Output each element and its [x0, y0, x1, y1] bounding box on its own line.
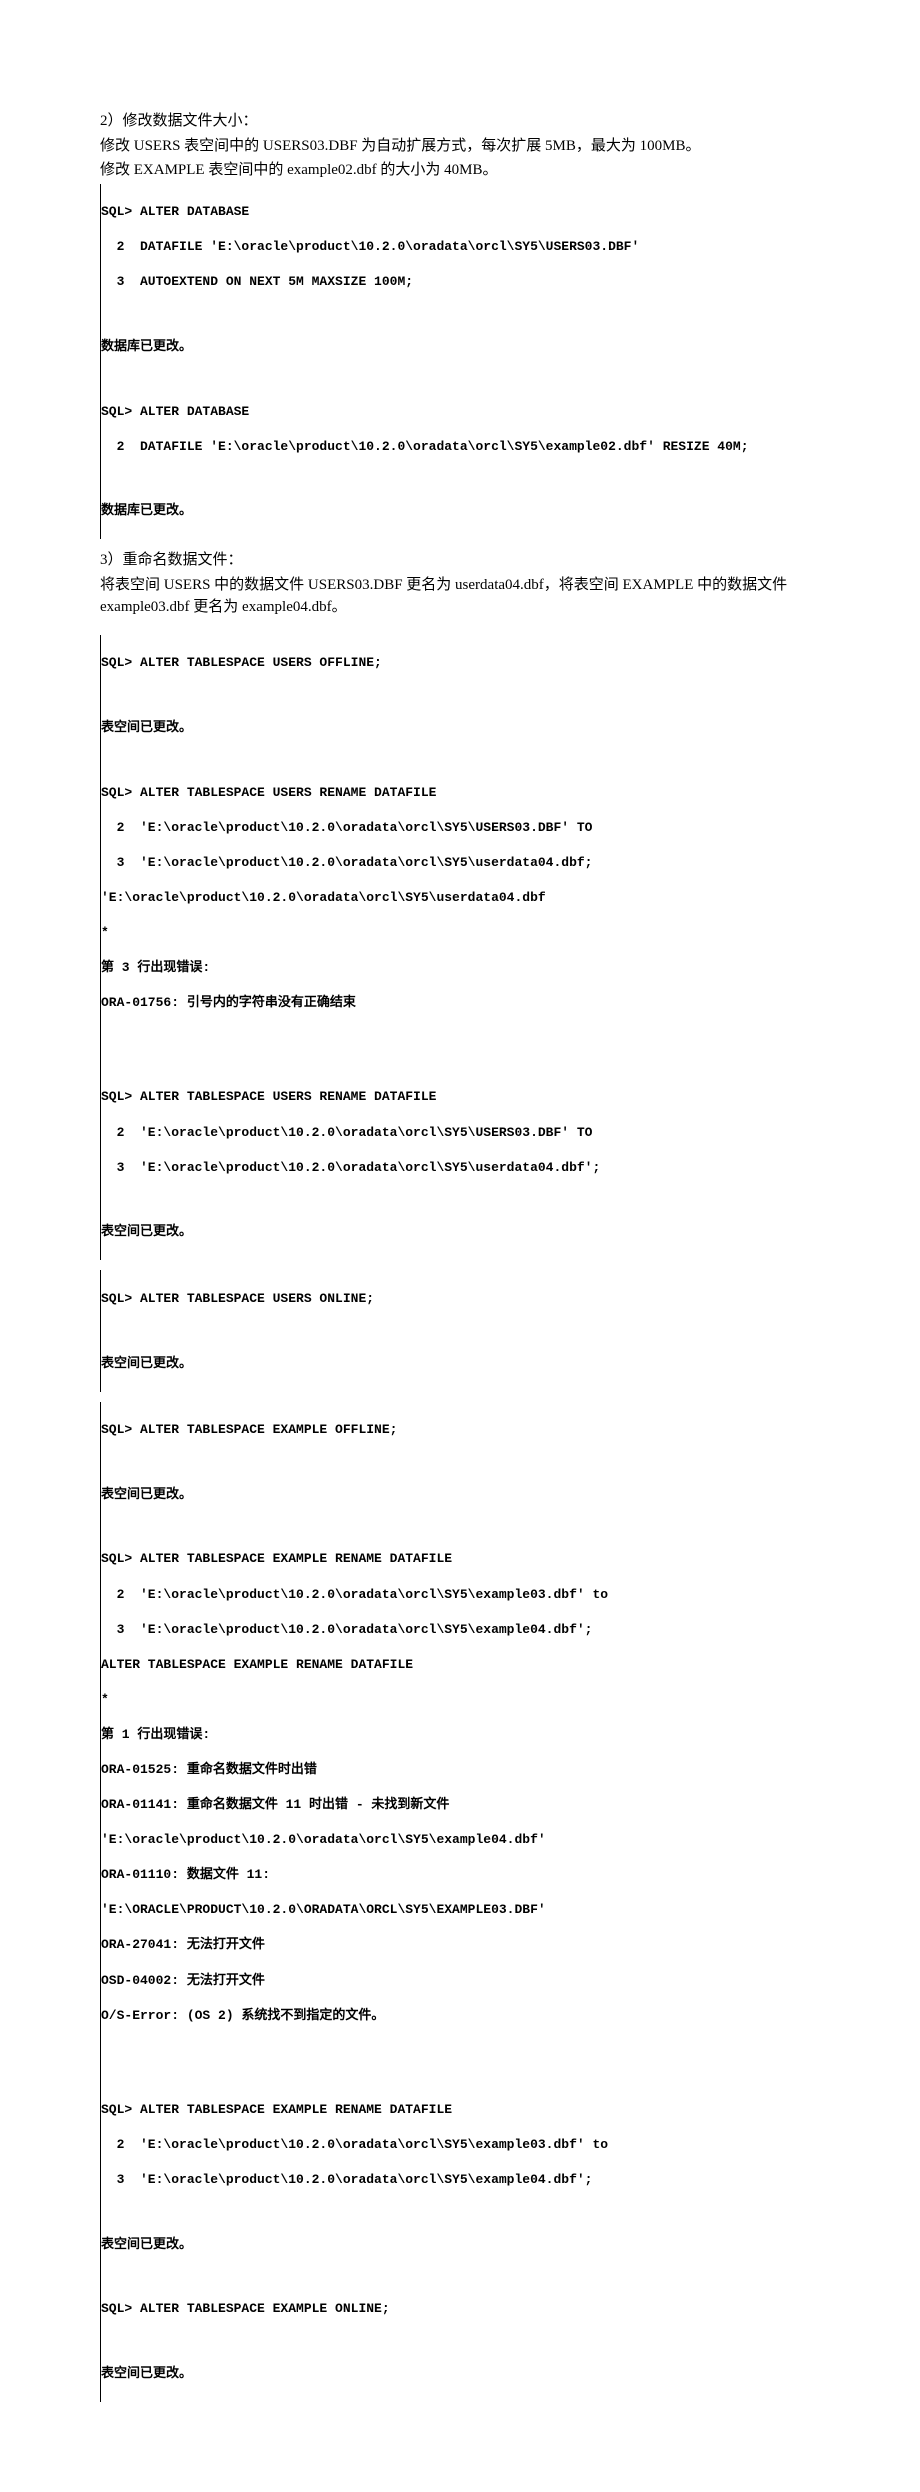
- section-2-desc1: 修改 USERS 表空间中的 USERS03.DBF 为自动扩展方式，每次扩展 …: [100, 135, 820, 158]
- section-3-desc1: 将表空间 USERS 中的数据文件 USERS03.DBF 更名为 userda…: [100, 574, 820, 619]
- sql-error: O/S-Error: (OS 2) 系统找不到指定的文件。: [101, 2007, 820, 2025]
- sql-line: 'E:\oracle\product\10.2.0\oradata\orcl\S…: [101, 889, 820, 907]
- sql-error: 'E:\oracle\product\10.2.0\oradata\orcl\S…: [101, 1831, 820, 1849]
- sql-result: 表空间已更改。: [101, 1223, 820, 1241]
- sql-line: 2 'E:\oracle\product\10.2.0\oradata\orcl…: [101, 819, 820, 837]
- sql-line: 3 'E:\oracle\product\10.2.0\oradata\orcl…: [101, 1621, 820, 1639]
- sql-line: 3 'E:\oracle\product\10.2.0\oradata\orcl…: [101, 2171, 820, 2189]
- section-2-desc2: 修改 EXAMPLE 表空间中的 example02.dbf 的大小为 40MB…: [100, 159, 820, 182]
- sql-error: OSD-04002: 无法打开文件: [101, 1972, 820, 1990]
- sql-line: 3 'E:\oracle\product\10.2.0\oradata\orcl…: [101, 854, 820, 872]
- sql-error: 'E:\ORACLE\PRODUCT\10.2.0\ORADATA\ORCL\S…: [101, 1901, 820, 1919]
- sql-line: SQL> ALTER DATABASE: [101, 203, 820, 221]
- terminal-block-4: SQL> ALTER TABLESPACE EXAMPLE OFFLINE; 表…: [100, 1402, 820, 2402]
- section-3-title: 3）重命名数据文件：: [100, 549, 820, 572]
- terminal-block-1: SQL> ALTER DATABASE 2 DATAFILE 'E:\oracl…: [100, 184, 820, 540]
- sql-error: ORA-01110: 数据文件 11:: [101, 1866, 820, 1884]
- sql-line: 2 'E:\oracle\product\10.2.0\oradata\orcl…: [101, 1124, 820, 1142]
- sql-line: SQL> ALTER TABLESPACE EXAMPLE RENAME DAT…: [101, 1550, 820, 1568]
- sql-line: SQL> ALTER TABLESPACE USERS RENAME DATAF…: [101, 1088, 820, 1106]
- sql-line: SQL> ALTER TABLESPACE USERS OFFLINE;: [101, 654, 820, 672]
- sql-result: 表空间已更改。: [101, 1355, 820, 1373]
- sql-result: 表空间已更改。: [101, 1486, 820, 1504]
- sql-result: 表空间已更改。: [101, 2236, 820, 2254]
- sql-error: 第 1 行出现错误:: [101, 1726, 820, 1744]
- terminal-block-3: SQL> ALTER TABLESPACE USERS ONLINE; 表空间已…: [100, 1270, 820, 1391]
- sql-line: 3 'E:\oracle\product\10.2.0\oradata\orcl…: [101, 1159, 820, 1177]
- sql-line: 2 DATAFILE 'E:\oracle\product\10.2.0\ora…: [101, 238, 820, 256]
- terminal-block-2: SQL> ALTER TABLESPACE USERS OFFLINE; 表空间…: [100, 635, 820, 1261]
- sql-result: 数据库已更改。: [101, 338, 820, 356]
- sql-error: ORA-27041: 无法打开文件: [101, 1936, 820, 1954]
- sql-error: ORA-01525: 重命名数据文件时出错: [101, 1761, 820, 1779]
- section-2-title: 2）修改数据文件大小：: [100, 110, 820, 133]
- sql-line: 3 AUTOEXTEND ON NEXT 5M MAXSIZE 100M;: [101, 273, 820, 291]
- sql-line: SQL> ALTER TABLESPACE EXAMPLE ONLINE;: [101, 2300, 820, 2318]
- sql-line: 2 'E:\oracle\product\10.2.0\oradata\orcl…: [101, 2136, 820, 2154]
- sql-line: *: [101, 1691, 820, 1709]
- sql-result: 表空间已更改。: [101, 2365, 820, 2383]
- sql-error: ORA-01756: 引号内的字符串没有正确结束: [101, 994, 820, 1012]
- sql-line: SQL> ALTER TABLESPACE EXAMPLE OFFLINE;: [101, 1421, 820, 1439]
- sql-line: SQL> ALTER TABLESPACE EXAMPLE RENAME DAT…: [101, 2101, 820, 2119]
- sql-error: 第 3 行出现错误:: [101, 959, 820, 977]
- sql-line: SQL> ALTER TABLESPACE USERS RENAME DATAF…: [101, 784, 820, 802]
- sql-line: SQL> ALTER TABLESPACE USERS ONLINE;: [101, 1290, 820, 1308]
- sql-line: SQL> ALTER DATABASE: [101, 403, 820, 421]
- sql-line: 2 DATAFILE 'E:\oracle\product\10.2.0\ora…: [101, 438, 820, 456]
- sql-error: ORA-01141: 重命名数据文件 11 时出错 - 未找到新文件: [101, 1796, 820, 1814]
- sql-result: 数据库已更改。: [101, 502, 820, 520]
- sql-line: ALTER TABLESPACE EXAMPLE RENAME DATAFILE: [101, 1656, 820, 1674]
- sql-line: *: [101, 924, 820, 942]
- sql-line: 2 'E:\oracle\product\10.2.0\oradata\orcl…: [101, 1586, 820, 1604]
- sql-result: 表空间已更改。: [101, 719, 820, 737]
